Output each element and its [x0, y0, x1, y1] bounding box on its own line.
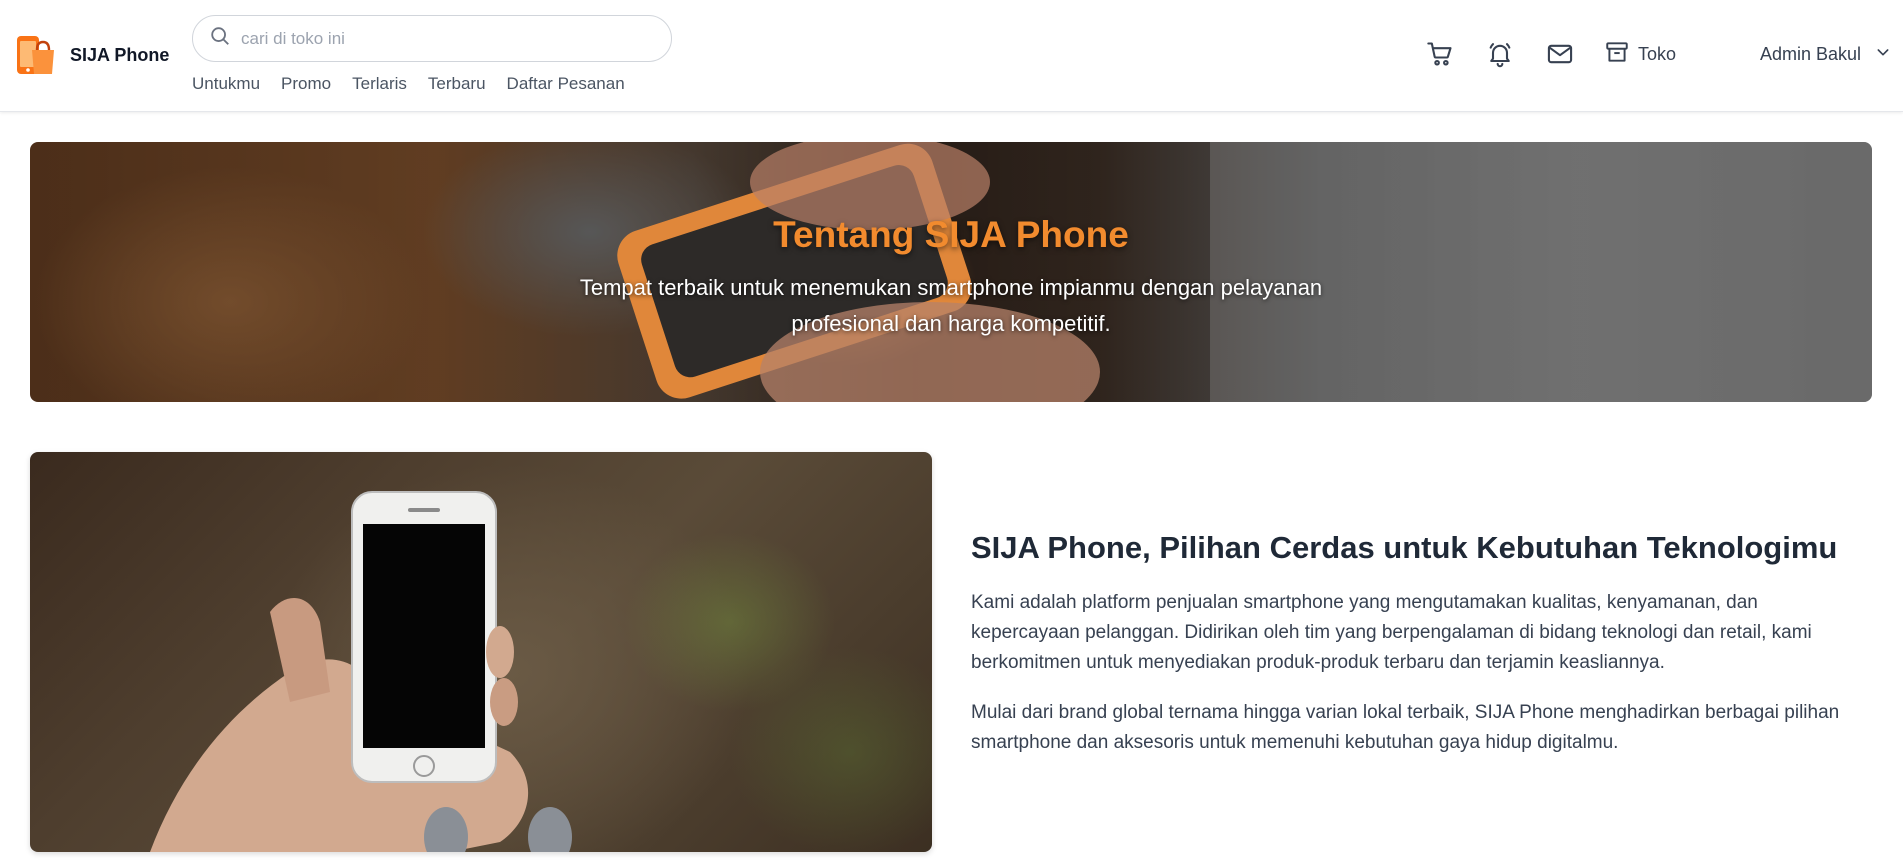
cart-icon[interactable]: [1424, 38, 1456, 70]
search-box[interactable]: [192, 15, 672, 62]
phone-in-hand-photo: [150, 491, 572, 852]
hero-banner: Tentang SIJA Phone Tempat terbaik untuk …: [30, 142, 1872, 402]
store-icon: [1604, 39, 1630, 70]
nav-terbaru[interactable]: Terbaru: [428, 74, 486, 94]
about-paragraph-2: Mulai dari brand global ternama hingga v…: [971, 702, 1840, 753]
search-icon: [209, 25, 231, 52]
about-title: SIJA Phone, Pilihan Cerdas untuk Kebutuh…: [971, 530, 1838, 565]
header-actions: Toko: [1424, 38, 1676, 70]
top-header: SIJA Phone Untukmu Promo Terlaris Terbar…: [0, 0, 1903, 112]
mail-icon[interactable]: [1544, 38, 1576, 70]
shopping-bag-phone-icon: [16, 32, 56, 78]
about-paragraph-1: Kami adalah platform penjualan smartphon…: [971, 592, 1812, 673]
bell-icon[interactable]: [1484, 38, 1516, 70]
nav-untukmu[interactable]: Untukmu: [192, 74, 260, 94]
brand-name: SIJA Phone: [70, 44, 170, 65]
store-link[interactable]: Toko: [1604, 39, 1676, 70]
store-label: Toko: [1638, 43, 1677, 64]
user-menu[interactable]: Admin Bakul: [1760, 44, 1891, 65]
search-input[interactable]: [241, 28, 641, 49]
main-nav: Untukmu Promo Terlaris Terbaru Daftar Pe…: [192, 74, 625, 94]
nav-terlaris[interactable]: Terlaris: [352, 74, 407, 94]
hero-title: Tentang SIJA Phone: [773, 214, 1129, 255]
brand[interactable]: SIJA Phone: [16, 32, 169, 78]
nav-promo[interactable]: Promo: [281, 74, 331, 94]
about-image: [30, 452, 932, 852]
hero-subtitle: Tempat terbaik untuk menemukan smartphon…: [579, 275, 1323, 336]
chevron-down-icon: [1875, 44, 1891, 65]
nav-daftar-pesanan[interactable]: Daftar Pesanan: [507, 74, 625, 94]
user-name: Admin Bakul: [1760, 44, 1862, 64]
